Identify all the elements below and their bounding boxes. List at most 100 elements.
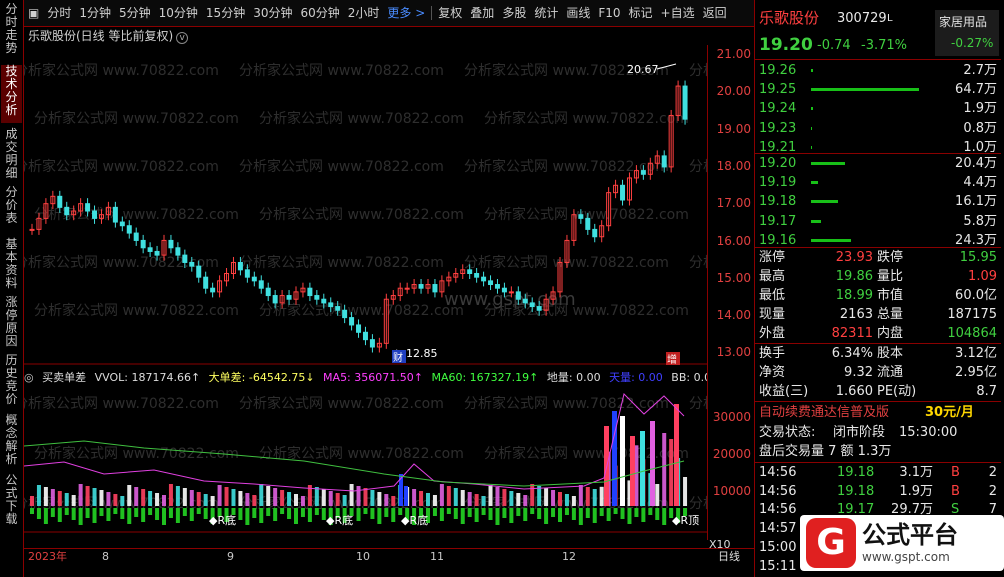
indicator-bar (571, 496, 576, 506)
indicator-bar (328, 491, 333, 506)
indicator-bar (238, 491, 243, 506)
period-tab-0[interactable]: 分时 (43, 0, 75, 27)
ask-volume-bar (811, 107, 813, 111)
tick-time: 14:56 (759, 465, 797, 480)
indicator-expand-icon[interactable]: ◎ (24, 371, 34, 384)
toolbar-action-1[interactable]: 叠加 (466, 0, 498, 27)
ask-volume: 1.9万 (963, 101, 997, 117)
indicator-neg-bar (113, 508, 118, 514)
candle-body (404, 287, 410, 290)
left-tab-3[interactable]: 分价表 (1, 186, 22, 234)
signal-label-b3: ◆R底 (401, 513, 428, 527)
candle-body (328, 302, 334, 308)
stat-value: 19.86 (835, 269, 873, 284)
indicator-bar (599, 486, 604, 506)
indicator-name[interactable]: 买卖单差 (42, 371, 86, 384)
toolbar-action-4[interactable]: 画线 (562, 0, 594, 27)
indicator-neg-bar (488, 508, 493, 520)
toolbar-divider (431, 6, 433, 20)
indicator-neg-bar (474, 508, 479, 522)
left-tab-8[interactable]: 公式下载 (1, 474, 22, 530)
left-tab-2[interactable]: 成交明细 (1, 128, 22, 182)
indicator-bar (57, 491, 62, 506)
indicator-bar (634, 445, 639, 506)
candlestick-chart[interactable]: 分析家公式网 www.70822.com 分析家公式网 www.70822.com… (24, 45, 707, 365)
period-tab-4[interactable]: 15分钟 (202, 0, 249, 27)
indicator-neg-bar (662, 508, 667, 525)
price-tick-6: 15.00 (716, 270, 751, 285)
watermark: 分析家公式网 www.70822.com (259, 110, 464, 127)
indicator-neg-bar (453, 508, 458, 519)
toolbar-action-2[interactable]: 多股 (498, 0, 530, 27)
period-tab-7[interactable]: 2小时 (344, 0, 384, 27)
stat-value: 2163 (839, 307, 873, 322)
indicator-chart[interactable]: 分析家公式网 www.70822.com 分析家公式网 www.70822.com… (24, 386, 707, 533)
candle-body (251, 276, 257, 282)
indicator-bar (419, 491, 424, 506)
indicator-bar (592, 489, 597, 506)
candle-body (321, 298, 327, 304)
indicator-bar (266, 486, 271, 506)
promo-text[interactable]: 自动续费通达信普及版 (759, 403, 889, 422)
period-label[interactable]: 日线 (718, 549, 740, 565)
indicator-bar (141, 489, 146, 506)
candle-body (488, 280, 494, 286)
indicator-neg-bar (641, 508, 646, 522)
toolbar-action-3[interactable]: 统计 (530, 0, 562, 27)
indicator-bar (474, 494, 479, 506)
watermark: 分析家公式网 www.70822.com (484, 110, 689, 127)
indicator-spike (674, 404, 679, 506)
candle-body (536, 306, 542, 311)
candle-body (335, 306, 341, 311)
stat-value: 9.32 (844, 365, 873, 380)
candle-body (265, 287, 271, 297)
more-periods-button[interactable]: 更多 > (383, 0, 429, 27)
period-toolbar: ▣ 分时 1分钟 5分钟 10分钟 15分钟 30分钟 60分钟 2小时 更多 > 复权 叠加 多股 统计… (24, 0, 754, 27)
period-tab-6[interactable]: 60分钟 (296, 0, 343, 27)
layout-icon[interactable]: ▣ (24, 0, 43, 27)
ask-price: 19.26 (759, 63, 797, 78)
candle-body (133, 232, 139, 241)
price-tick-5: 16.00 (716, 233, 751, 248)
last-price: 19.20 (759, 35, 813, 55)
left-tab-6[interactable]: 历史竞价 (1, 354, 22, 410)
toolbar-action-8[interactable]: 返回 (699, 0, 731, 27)
promo-price[interactable]: 30元/月 (925, 403, 974, 422)
candle-body (432, 284, 438, 293)
indicator-bar (168, 484, 173, 506)
left-tab-0[interactable]: 分时走势 (1, 3, 22, 61)
period-tab-2[interactable]: 5分钟 (115, 0, 155, 27)
bid-price: 19.19 (759, 175, 797, 191)
candle-body (175, 247, 181, 256)
indicator-neg-bar (585, 508, 590, 518)
period-tab-3[interactable]: 10分钟 (155, 0, 202, 27)
quote-price-row: 19.20 -0.74 -3.71% (755, 36, 1001, 55)
ask-volume: 64.7万 (955, 82, 997, 98)
stat-row: 最低 18.99 市值 60.0亿 (755, 286, 1001, 305)
indicator-neg-bar (446, 508, 451, 514)
left-tab-7[interactable]: 概念解析 (1, 414, 22, 470)
toolbar-action-5[interactable]: F10 (594, 0, 624, 27)
indicator-neg-bar (537, 508, 542, 519)
toolbar-action-0[interactable]: 复权 (434, 0, 466, 27)
ask-price: 19.25 (759, 82, 797, 98)
stat-label: 净资 (759, 365, 786, 380)
toolbar-action-7[interactable]: +自选 (657, 0, 699, 27)
tick-volume: 3.1万 (899, 465, 933, 480)
indicator-bb: BB: 0.00 (671, 371, 707, 384)
left-tab-1[interactable]: 技术分析 (1, 65, 22, 123)
stock-name: 乐歌股份 (759, 9, 820, 27)
period-tab-5[interactable]: 30分钟 (249, 0, 296, 27)
chevron-down-icon[interactable]: v (176, 32, 189, 44)
indicator-neg-bar (148, 508, 153, 515)
signal-label-b2: ◆R底 (326, 513, 353, 527)
toolbar-action-6[interactable]: 标记 (625, 0, 657, 27)
left-tab-5[interactable]: 涨停原因 (1, 296, 22, 350)
period-tab-1[interactable]: 1分钟 (75, 0, 115, 27)
indicator-bar (488, 485, 493, 506)
candle-body (682, 85, 688, 120)
price-tick-4: 17.00 (716, 196, 751, 211)
promo-row[interactable]: 自动续费通达信普及版 30元/月 (755, 403, 1001, 422)
indicator-bar (585, 487, 590, 506)
left-tab-4[interactable]: 基本资料 (1, 238, 22, 292)
